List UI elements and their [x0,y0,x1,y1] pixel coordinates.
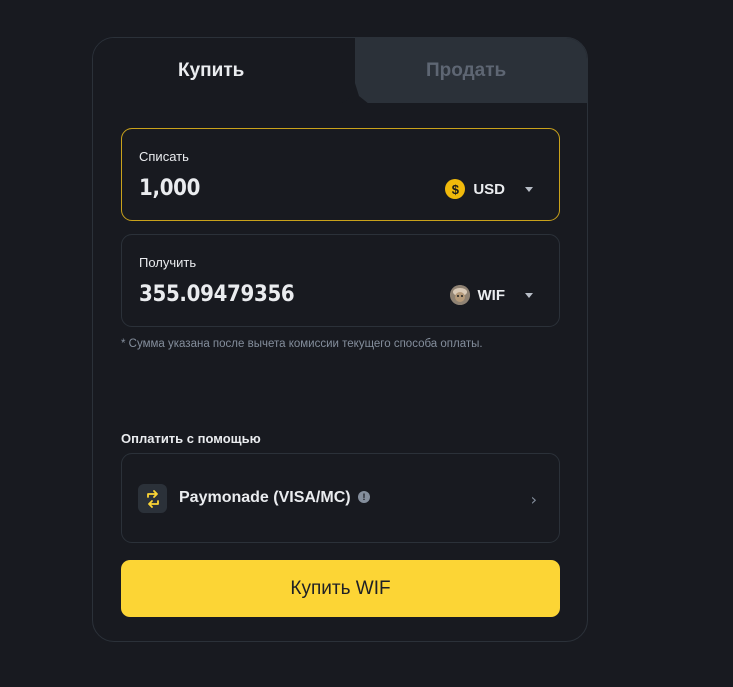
tab-buy[interactable]: Купить [178,60,244,82]
caret-down-icon [525,292,533,298]
receive-amount-input[interactable]: 355.09479356 [139,282,295,307]
wif-coin-icon [449,285,470,305]
dollar-coin-icon: $ [445,179,466,199]
fee-note: * Сумма указана после вычета комиссии те… [121,338,483,350]
receive-field[interactable]: Получить 355.09479356 WIF [121,234,560,327]
receive-currency-selector[interactable]: WIF [449,285,533,305]
payment-method-label: Оплатить с помощью [121,431,261,446]
payment-method-selector[interactable]: Paymonade (VISA/MC) ! › [121,453,560,543]
payment-method-name: Paymonade (VISA/MC) [179,489,351,506]
spend-label: Списать [139,149,189,164]
payment-provider-icon [138,484,167,513]
receive-currency-label: WIF [477,286,506,304]
spend-currency-label: USD [473,180,505,198]
caret-down-icon [525,186,533,192]
buy-button[interactable]: Купить WIF [121,560,560,617]
spend-field[interactable]: Списать 1,000 $ USD [121,128,560,221]
receive-label: Получить [139,255,197,270]
chevron-right-icon: › [530,490,537,509]
tab-sell[interactable]: Продать [426,60,506,82]
info-icon[interactable]: ! [358,491,370,503]
trade-card: Купить Продать Списать 1,000 $ USD Получ… [92,37,588,642]
spend-currency-selector[interactable]: $ USD [445,179,533,199]
spend-amount-input[interactable]: 1,000 [139,176,200,201]
